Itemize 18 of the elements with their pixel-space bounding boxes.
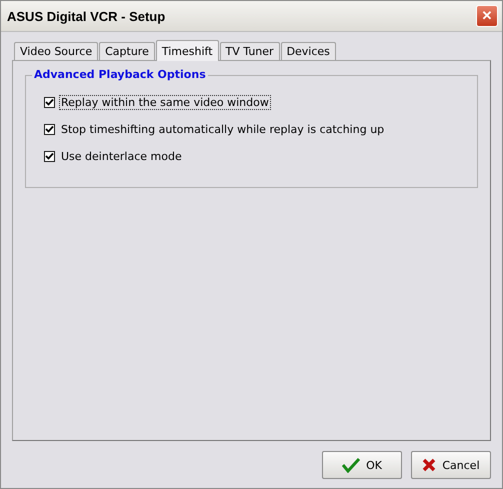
- tab[interactable]: TV Tuner: [220, 42, 280, 60]
- tab[interactable]: Devices: [280, 42, 336, 60]
- close-button[interactable]: ✕: [476, 5, 498, 27]
- group-title: Advanced Playback Options: [32, 68, 208, 81]
- window-title: ASUS Digital VCR - Setup: [7, 8, 166, 24]
- checkbox[interactable]: [44, 124, 55, 134]
- checkbox-label[interactable]: Use deinterlace mode: [59, 148, 184, 164]
- checkbox-label[interactable]: Stop timeshifting automatically while replay is catching up: [59, 122, 386, 136]
- cancel-button[interactable]: Cancel: [411, 451, 491, 479]
- tab[interactable]: Video Source: [14, 42, 98, 60]
- cross-icon: [422, 458, 436, 472]
- tab[interactable]: Capture: [99, 42, 155, 60]
- checkbox-label[interactable]: Replay within the same video window: [59, 94, 271, 110]
- tab[interactable]: Timeshift: [156, 40, 219, 61]
- ok-button[interactable]: OK: [322, 451, 402, 479]
- checkmark-icon: [342, 457, 360, 473]
- checkbox[interactable]: [44, 150, 55, 162]
- checkbox[interactable]: [44, 96, 55, 108]
